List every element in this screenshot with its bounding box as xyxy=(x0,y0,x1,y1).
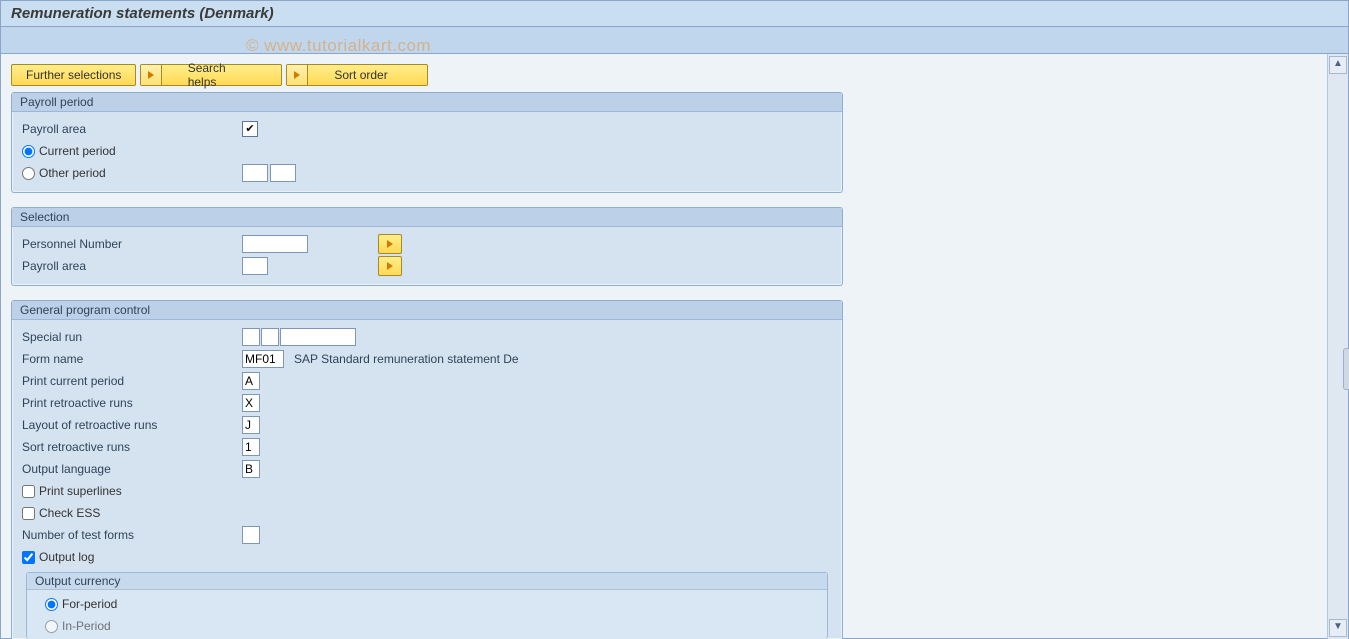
special-run-field-1[interactable] xyxy=(242,328,260,346)
in-period-label: In-Period xyxy=(62,619,111,633)
arrow-right-icon xyxy=(141,65,161,85)
output-language-label: Output language xyxy=(22,462,242,476)
payroll-period-group: Payroll period Payroll area Current peri… xyxy=(11,92,843,193)
arrow-right-icon xyxy=(387,240,393,248)
layout-retro-input[interactable] xyxy=(242,416,260,434)
print-current-period-input[interactable] xyxy=(242,372,260,390)
personnel-number-multiselect-button[interactable] xyxy=(378,234,402,254)
other-period-radio[interactable] xyxy=(22,167,35,180)
selection-payroll-area-input[interactable] xyxy=(242,257,268,275)
resize-grip-icon[interactable] xyxy=(1343,348,1349,390)
sort-retro-label: Sort retroactive runs xyxy=(22,440,242,454)
personnel-number-label: Personnel Number xyxy=(22,237,242,251)
selection-legend: Selection xyxy=(12,208,842,227)
output-currency-legend: Output currency xyxy=(27,573,827,590)
for-period-radio-row[interactable]: For-period xyxy=(45,597,117,611)
search-helps-label: Search helps xyxy=(162,61,282,89)
special-run-field-3[interactable] xyxy=(280,328,356,346)
payroll-area-checkbox[interactable] xyxy=(242,121,258,137)
current-period-radio[interactable] xyxy=(22,145,35,158)
output-currency-group: Output currency For-period xyxy=(26,572,828,639)
other-period-field-2[interactable] xyxy=(270,164,296,182)
sort-order-button[interactable]: Sort order xyxy=(286,64,428,86)
print-current-period-label: Print current period xyxy=(22,374,242,388)
output-log-row[interactable]: Output log xyxy=(22,550,94,564)
further-selections-label: Further selections xyxy=(26,68,121,82)
sort-retro-input[interactable] xyxy=(242,438,260,456)
output-log-label: Output log xyxy=(39,550,94,564)
other-period-label: Other period xyxy=(39,166,106,180)
vertical-scrollbar[interactable]: ▲ ▼ xyxy=(1327,54,1348,639)
selection-variant-buttons: Further selections Search helps Sort ord… xyxy=(11,64,1317,86)
other-period-field-1[interactable] xyxy=(242,164,268,182)
current-period-label: Current period xyxy=(39,144,116,158)
number-test-forms-label: Number of test forms xyxy=(22,528,242,542)
in-period-radio-row[interactable]: In-Period xyxy=(45,619,111,633)
in-period-radio[interactable] xyxy=(45,620,58,633)
application-toolbar xyxy=(1,27,1348,54)
scroll-down-button[interactable]: ▼ xyxy=(1329,619,1347,637)
special-run-field-2[interactable] xyxy=(261,328,279,346)
form-name-label: Form name xyxy=(22,352,242,366)
print-retro-input[interactable] xyxy=(242,394,260,412)
print-retro-label: Print retroactive runs xyxy=(22,396,242,410)
personnel-number-input[interactable] xyxy=(242,235,308,253)
further-selections-button[interactable]: Further selections xyxy=(11,64,136,86)
form-name-description: SAP Standard remuneration statement De xyxy=(294,352,519,366)
page-title: Remuneration statements (Denmark) xyxy=(1,1,1348,27)
sort-order-label: Sort order xyxy=(308,68,413,82)
scroll-up-button[interactable]: ▲ xyxy=(1329,56,1347,74)
print-superlines-checkbox[interactable] xyxy=(22,485,35,498)
selection-payroll-area-label: Payroll area xyxy=(22,259,242,273)
print-superlines-row[interactable]: Print superlines xyxy=(22,484,122,498)
general-program-control-group: General program control Special run Form… xyxy=(11,300,843,639)
number-test-forms-input[interactable] xyxy=(242,526,260,544)
payroll-area-label: Payroll area xyxy=(22,122,242,136)
payroll-period-legend: Payroll period xyxy=(12,93,842,112)
for-period-radio[interactable] xyxy=(45,598,58,611)
layout-retro-label: Layout of retroactive runs xyxy=(22,418,242,432)
current-period-radio-row[interactable]: Current period xyxy=(22,144,116,158)
other-period-radio-row[interactable]: Other period xyxy=(22,166,242,180)
content-area: Further selections Search helps Sort ord… xyxy=(1,54,1327,639)
payroll-area-multiselect-button[interactable] xyxy=(378,256,402,276)
output-language-input[interactable] xyxy=(242,460,260,478)
selection-group: Selection Personnel Number Payroll area xyxy=(11,207,843,286)
form-name-input[interactable] xyxy=(242,350,284,368)
general-legend: General program control xyxy=(12,301,842,320)
check-ess-checkbox[interactable] xyxy=(22,507,35,520)
check-ess-row[interactable]: Check ESS xyxy=(22,506,100,520)
check-ess-label: Check ESS xyxy=(39,506,100,520)
arrow-right-icon xyxy=(387,262,393,270)
print-superlines-label: Print superlines xyxy=(39,484,122,498)
output-log-checkbox[interactable] xyxy=(22,551,35,564)
for-period-label: For-period xyxy=(62,597,117,611)
search-helps-button[interactable]: Search helps xyxy=(140,64,282,86)
special-run-label: Special run xyxy=(22,330,242,344)
arrow-right-icon xyxy=(287,65,308,85)
